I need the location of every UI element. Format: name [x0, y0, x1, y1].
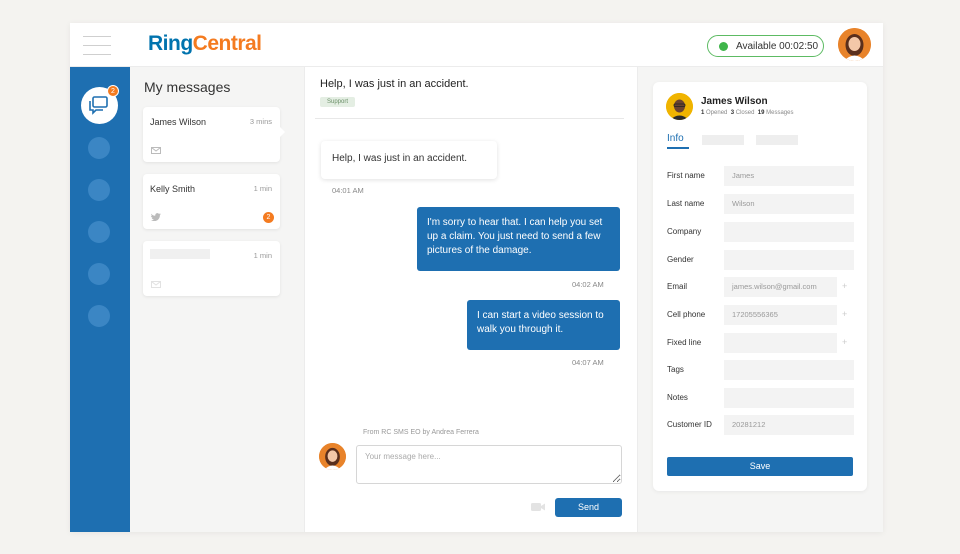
message-card-time: 1 min	[253, 184, 272, 193]
field-row-email: Email james.wilson@gmail.com +	[667, 277, 854, 297]
field-row-first-name: First name James	[667, 166, 854, 186]
field-label: Tags	[667, 365, 684, 374]
message-card-time: 1 min	[253, 251, 272, 260]
field-label: Email	[667, 282, 688, 291]
availability-status[interactable]: Available 00:02:50	[707, 35, 824, 57]
video-camera-icon[interactable]	[531, 502, 545, 512]
field-row-tags: Tags	[667, 360, 854, 380]
divider	[315, 118, 624, 119]
fixed-line-field[interactable]	[724, 333, 837, 353]
contact-stats: 1 Opened 3 Closed 19 Messages	[701, 110, 793, 116]
contact-info-card: James Wilson 1 Opened 3 Closed 19 Messag…	[653, 82, 867, 491]
selected-arrow	[280, 127, 285, 137]
add-fixed-line-icon[interactable]: +	[842, 337, 847, 347]
nav-item-5[interactable]	[88, 263, 110, 285]
first-name-field[interactable]: James	[724, 166, 854, 186]
outgoing-message: I'm sorry to hear that. I can help you s…	[417, 207, 620, 271]
company-field[interactable]	[724, 222, 854, 242]
add-cell-phone-icon[interactable]: +	[842, 309, 847, 319]
field-row-cell-phone: Cell phone 17205556365 +	[667, 305, 854, 325]
tab-placeholder[interactable]	[756, 135, 798, 145]
message-timestamp: 04:01 AM	[332, 186, 364, 195]
notes-field[interactable]	[724, 388, 854, 408]
field-row-last-name: Last name Wilson	[667, 194, 854, 214]
message-card[interactable]: 1 min	[143, 241, 280, 296]
nav-messages-badge: 2	[107, 85, 119, 97]
gender-field[interactable]	[724, 250, 854, 270]
man-avatar-icon	[666, 93, 693, 120]
message-card-selected[interactable]: James Wilson 3 mins	[143, 107, 285, 162]
messages-label: Messages	[766, 110, 794, 116]
field-row-gender: Gender	[667, 250, 854, 270]
save-button[interactable]: Save	[667, 457, 853, 476]
woman-avatar-icon	[319, 443, 346, 470]
field-label: Customer ID	[667, 420, 712, 429]
conversation-panel: Help, I was just in an accident. Support…	[305, 67, 637, 532]
field-row-customer-id: Customer ID 20281212	[667, 415, 854, 435]
field-label: Notes	[667, 393, 688, 402]
nav-item-2[interactable]	[88, 137, 110, 159]
outgoing-message: I can start a video session to walk you …	[467, 300, 620, 350]
contact-name: James Wilson	[701, 96, 768, 107]
message-timestamp: 04:07 AM	[572, 358, 604, 367]
closed-label: Closed	[735, 110, 755, 116]
opened-label: Opened	[706, 110, 728, 116]
woman-avatar-icon	[838, 28, 871, 61]
field-row-company: Company	[667, 222, 854, 242]
agent-avatar	[319, 443, 346, 470]
message-timestamp: 04:02 AM	[572, 280, 604, 289]
field-label: Company	[667, 227, 702, 236]
add-email-icon[interactable]: +	[842, 281, 847, 291]
field-label: First name	[667, 171, 705, 180]
logo-part1: Ring	[148, 32, 193, 55]
menu-icon[interactable]	[83, 36, 111, 56]
message-card[interactable]: Kelly Smith 1 min 2	[143, 174, 280, 229]
ringcentral-logo: RingCentral	[148, 32, 262, 56]
tags-field[interactable]	[724, 360, 854, 380]
message-input[interactable]	[356, 445, 622, 484]
left-navigation: 2	[70, 67, 130, 532]
field-row-notes: Notes	[667, 388, 854, 408]
message-card-time: 3 mins	[249, 117, 272, 126]
message-card-name: Kelly Smith	[150, 184, 196, 194]
tab-info[interactable]: Info	[667, 133, 689, 149]
last-name-field[interactable]: Wilson	[724, 194, 854, 214]
field-label: Gender	[667, 255, 694, 264]
send-button[interactable]: Send	[555, 498, 622, 517]
nav-item-6[interactable]	[88, 305, 110, 327]
message-card-name: James Wilson	[150, 117, 207, 127]
envelope-icon	[151, 147, 161, 154]
nav-item-4[interactable]	[88, 221, 110, 243]
unread-badge: 2	[263, 212, 274, 223]
conversation-title: Help, I was just in an accident.	[320, 78, 469, 90]
field-row-fixed-line: Fixed line +	[667, 333, 854, 353]
closed-count: 3	[730, 110, 735, 116]
message-list-title: My messages	[144, 79, 231, 95]
tab-placeholder[interactable]	[702, 135, 744, 145]
available-dot-icon	[719, 41, 728, 51]
customer-id-field[interactable]: 20281212	[724, 415, 854, 435]
incoming-message: Help, I was just in an accident.	[321, 141, 497, 179]
field-label: Last name	[667, 199, 705, 208]
support-tag[interactable]: Support	[320, 97, 356, 107]
field-label: Fixed line	[667, 338, 702, 347]
logo-part2: Central	[192, 32, 262, 55]
user-avatar[interactable]	[838, 28, 871, 61]
message-list-panel: My messages James Wilson 3 mins Kelly Sm…	[130, 67, 305, 532]
messages-count: 19	[757, 110, 765, 116]
nav-item-3[interactable]	[88, 179, 110, 201]
email-field[interactable]: james.wilson@gmail.com	[724, 277, 837, 297]
from-label: From RC SMS EO by Andrea Ferrera	[363, 429, 479, 436]
top-bar: RingCentral Available 00:02:50	[70, 23, 883, 67]
message-card-name-placeholder	[150, 249, 210, 259]
envelope-icon	[151, 281, 161, 288]
cell-phone-field[interactable]: 17205556365	[724, 305, 837, 325]
opened-count: 1	[701, 110, 705, 116]
field-label: Cell phone	[667, 310, 706, 319]
twitter-icon	[151, 213, 161, 221]
availability-status-label: Available 00:02:50	[736, 40, 819, 52]
contact-avatar	[666, 93, 693, 120]
